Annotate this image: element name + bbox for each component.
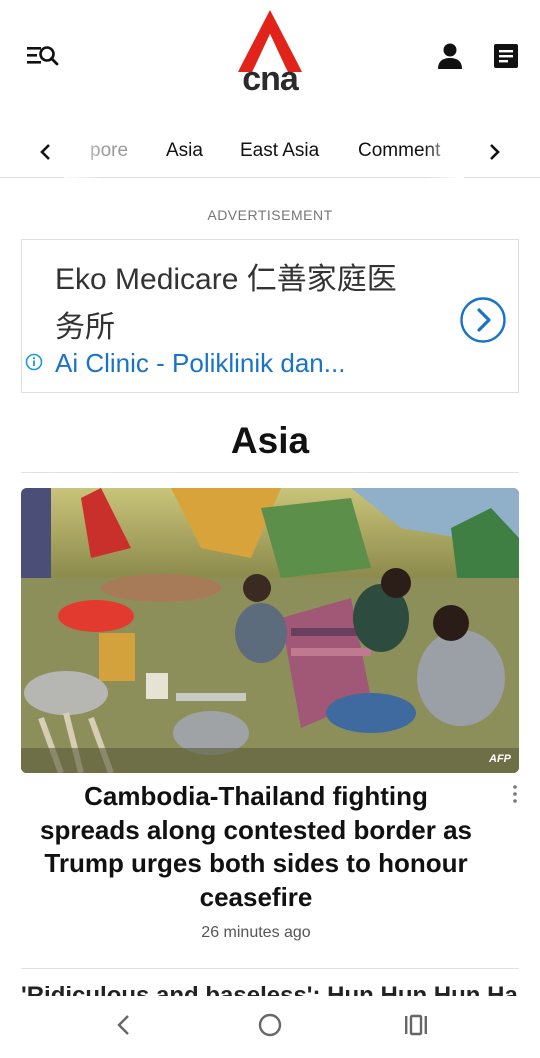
article-image[interactable]: AFP (21, 488, 519, 773)
system-navigation-bar (0, 996, 540, 1058)
user-icon[interactable] (436, 42, 464, 72)
home-icon[interactable] (252, 1010, 288, 1040)
ad-banner[interactable]: Eko Medicare 仁善家庭医务所 Ai Clinic - Polikli… (21, 239, 519, 393)
menu-search-icon[interactable] (22, 40, 64, 72)
document-icon[interactable] (492, 42, 520, 70)
back-icon[interactable] (106, 1010, 142, 1040)
info-icon[interactable] (25, 353, 43, 371)
app-header: cna (0, 0, 540, 120)
divider (21, 472, 519, 473)
article-headline[interactable]: Cambodia-Thailand fighting spreads along… (36, 780, 476, 914)
article-timestamp: 26 minutes ago (201, 924, 311, 941)
ad-subtitle[interactable]: Ai Clinic - Poliklinik dan... (55, 348, 435, 379)
page-title: Asia (230, 420, 310, 461)
ad-label: ADVERTISEMENT (207, 207, 333, 223)
chevron-left-icon[interactable] (32, 138, 60, 166)
cna-logo[interactable]: cna (232, 8, 308, 100)
divider (21, 968, 519, 969)
recents-icon[interactable] (398, 1010, 434, 1040)
ad-title[interactable]: Eko Medicare 仁善家庭医务所 (55, 256, 425, 352)
next-article-peek[interactable]: 'Ridiculous and baseless': Hun Hun Hun H… (21, 986, 519, 996)
nav-item-commentary[interactable]: Comment (358, 140, 440, 162)
nav-item-asia[interactable]: Asia (166, 140, 203, 162)
nav-items: pore Asia East Asia Comment (64, 126, 464, 178)
more-vertical-icon[interactable] (509, 784, 521, 804)
nav-item-east-asia[interactable]: East Asia (240, 140, 319, 162)
nav-item-singapore[interactable]: pore (90, 140, 128, 162)
logo-text: cna (242, 60, 299, 98)
next-article-headline: 'Ridiculous and baseless': Hun Hun Hun H… (21, 986, 519, 996)
chevron-right-icon[interactable] (480, 138, 508, 166)
chevron-right-circle-icon[interactable] (459, 296, 507, 344)
section-nav: pore Asia East Asia Comment (0, 126, 540, 178)
image-credit: AFP (489, 753, 511, 765)
